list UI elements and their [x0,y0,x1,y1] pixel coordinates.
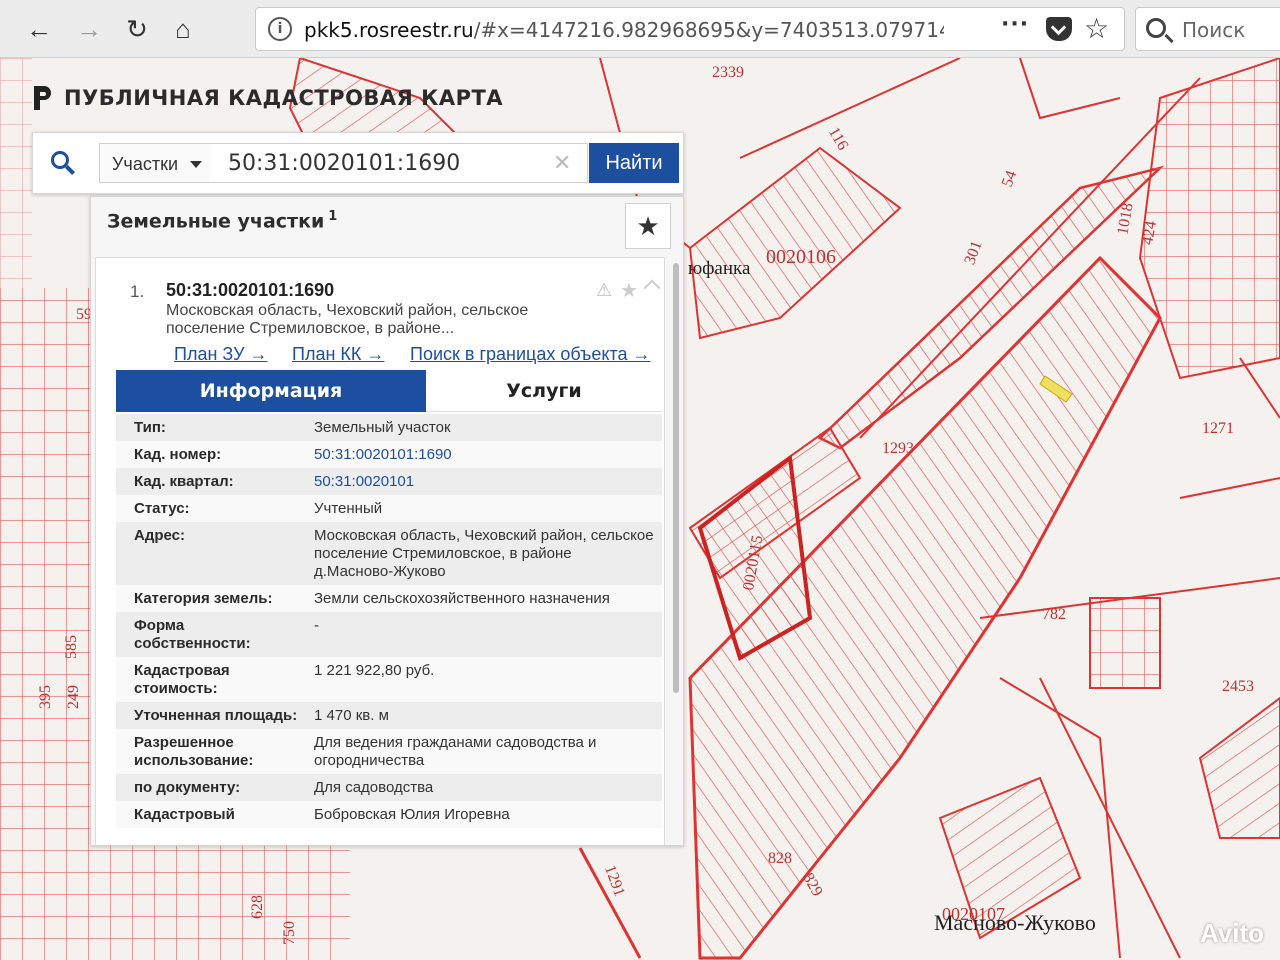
map-label: 1293 [882,440,914,457]
info-key: Кад. номер: [134,446,222,463]
info-row: Кадастровый Бобровская Юлия Игоревна [116,801,662,828]
page-actions-icon[interactable]: ··· [1001,12,1029,37]
info-row: Форма собственности: - [116,612,662,657]
info-value: Бобровская Юлия Игоревна [314,806,510,823]
info-key: Кад. квартал: [134,473,234,490]
map-label: 0020106 [766,246,836,268]
info-row: Кад. квартал: 50:31:0020101 [116,468,662,495]
info-row: Тип: Земельный участок [116,414,662,441]
favorite-star-icon[interactable]: ★ [620,278,638,302]
avito-watermark: Avito [1200,918,1265,948]
info-key: Форма собственности: [134,617,251,652]
chevron-down-icon [190,161,202,168]
warning-icon[interactable]: ⚠ [596,280,612,301]
reload-icon[interactable]: ↻ [118,10,156,48]
search-glass-icon [1146,18,1166,38]
info-row: по документу: Для садоводства [116,774,662,801]
info-key: Статус: [134,500,190,517]
info-value: Для ведения гражданами садоводства и ого… [314,734,597,769]
info-row: Кадастровая стоимость: 1 221 922,80 руб. [116,657,662,702]
info-value: Московская область, Чеховский район, сел… [314,527,654,580]
results-panel: Земельные участки 1 ★ 1. 50:31:0020101:16… [90,196,684,846]
info-key: Адрес: [134,527,185,544]
result-card: 1. 50:31:0020101:1690 Московская область… [95,257,665,845]
find-button[interactable]: Найти [589,143,679,183]
browser-search-placeholder: Поиск [1182,18,1246,42]
chevron-up-icon[interactable] [643,279,661,297]
object-type-select[interactable]: Участки [99,143,211,183]
map-label: 2453 [1222,678,1254,695]
info-key: Категория земель: [134,590,273,607]
info-row: Разрешенное использование: Для ведения г… [116,729,662,774]
info-value: 1 221 922,80 руб. [314,662,435,679]
info-value: Земельный участок [314,419,451,436]
map-label: 628 [249,895,266,919]
search-icon[interactable] [51,151,75,175]
browser-toolbar: ← → ↻ ⌂ i pkk5.rosreestr.ru/#x=4147216.9… [0,0,1280,58]
result-cadastral-number[interactable]: 50:31:0020101:1690 [166,280,334,301]
home-icon[interactable]: ⌂ [164,10,202,48]
info-value: 1 470 кв. м [314,707,389,724]
forward-arrow-icon[interactable]: → [70,10,108,48]
plan-zu-link[interactable]: План ЗУ → [174,344,268,365]
info-key: по документу: [134,779,241,796]
map-label: 395 [37,685,54,709]
tab-information[interactable]: Информация [116,370,426,412]
tab-services[interactable]: Услуги [426,370,662,412]
pocket-icon[interactable] [1046,17,1072,41]
map-label: 750 [281,921,298,945]
result-index: 1. [130,282,145,301]
back-arrow-icon[interactable]: ← [20,10,58,48]
map-label: 2339 [712,64,744,81]
info-row: Кад. номер: 50:31:0020101:1690 [116,441,662,468]
info-value: Учтенный [314,500,383,517]
info-key: Кадастровый [134,806,235,823]
map-label: 585 [63,635,80,659]
info-table: Тип: Земельный участок Кад. номер: 50:31… [116,414,662,828]
info-value: - [314,617,319,634]
cadastral-number-input[interactable] [210,143,588,183]
info-key: Разрешенное использование: [134,734,254,769]
plan-kk-link[interactable]: План КК → [292,344,384,365]
bookmark-star-icon[interactable]: ☆ [1084,12,1109,45]
map-label: 1271 [1202,420,1234,437]
map-label: 249 [65,685,82,709]
info-row: Статус: Учтенный [116,495,662,522]
results-title: Земельные участки 1 [107,209,338,233]
info-key: Кадастровая стоимость: [134,662,230,697]
results-count: 1 [328,209,338,224]
info-row: Уточненная площадь: 1 470 кв. м [116,702,662,729]
cadastral-quarter-link[interactable]: 50:31:0020101 [298,468,662,495]
info-row: Адрес: Московская область, Чеховский рай… [116,522,662,585]
search-in-bounds-link[interactable]: Поиск в границах объекта → [410,344,650,365]
info-value: Для садоводства [314,779,434,796]
browser-search-box[interactable]: Поиск [1135,7,1280,51]
map-label: юфанка [688,258,751,279]
map-label: 782 [1042,606,1066,623]
info-key: Уточненная площадь: [134,707,298,724]
search-panel: Участки ✕ Найти [32,132,684,194]
clear-icon[interactable]: ✕ [553,151,571,176]
info-row: Категория земель: Земли сельскохозяйстве… [116,585,662,612]
result-address: Московская область, Чеховский район, сел… [166,302,529,337]
map-label: 828 [768,850,792,867]
site-info-icon[interactable]: i [268,17,292,41]
cadastral-number-link[interactable]: 50:31:0020101:1690 [298,441,662,468]
info-value: Земли сельскохозяйственного назначения [314,590,610,607]
info-key: Тип: [134,419,166,436]
results-scrollbar[interactable] [673,263,679,693]
rosreestr-logo-icon [34,86,51,110]
favorites-star-icon[interactable]: ★ [625,203,671,249]
map-label: Масново-Жуково [934,910,1096,935]
address-bar[interactable]: i pkk5.rosreestr.ru/#x=4147216.982968695… [255,7,1125,51]
object-type-label: Участки [112,154,178,174]
app-title: ПУБЛИЧНАЯ КАДАСТРОВАЯ КАРТА [64,86,504,110]
url-text[interactable]: pkk5.rosreestr.ru/#x=4147216.982968695&y… [304,18,944,42]
